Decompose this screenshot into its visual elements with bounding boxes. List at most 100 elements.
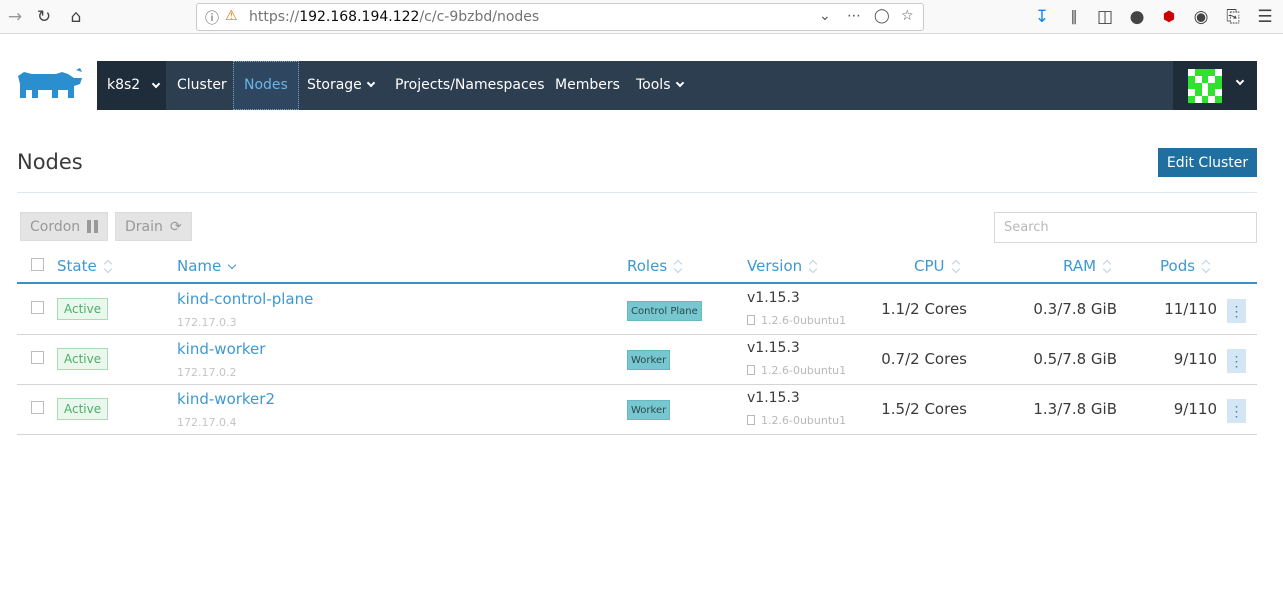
drain-label: Drain bbox=[125, 218, 163, 235]
row-actions-kebab-icon[interactable]: ⋮ bbox=[1227, 399, 1246, 423]
chevron-down-icon[interactable]: ⌄ bbox=[819, 8, 831, 24]
node-name-link[interactable]: kind-worker2 bbox=[177, 390, 275, 408]
drain-button[interactable]: Drain ⟳ bbox=[115, 212, 192, 241]
row-checkbox[interactable] bbox=[31, 301, 44, 314]
library-icon[interactable]: ‖ bbox=[1063, 6, 1085, 28]
pods-value: 11/110 bbox=[1164, 300, 1217, 318]
chevron-down-icon bbox=[366, 78, 376, 88]
extension-puzzle-icon[interactable]: ⎘ bbox=[1222, 6, 1244, 28]
docker-version-text: 1.2.6-0ubuntu1 bbox=[761, 314, 847, 327]
download-icon[interactable]: ↧ bbox=[1031, 6, 1053, 28]
chevron-down-icon bbox=[675, 78, 684, 88]
page-actions-icon[interactable]: ⋯ bbox=[847, 8, 861, 24]
column-roles-label: Roles bbox=[627, 257, 668, 275]
status-badge: Active bbox=[57, 348, 109, 370]
ram-value: 0.5/7.8 GiB bbox=[1033, 350, 1117, 368]
column-roles[interactable]: Roles bbox=[627, 257, 683, 275]
cordon-button[interactable]: Cordon bbox=[20, 212, 109, 241]
column-pods[interactable]: Pods bbox=[1160, 257, 1211, 275]
status-badge: Active bbox=[57, 298, 109, 320]
container-icon bbox=[747, 315, 755, 325]
nav-projects-namespaces[interactable]: Projects/Namespaces bbox=[395, 61, 545, 110]
adblock-icon[interactable]: ⬢ bbox=[1158, 6, 1180, 28]
page-title: Nodes bbox=[17, 150, 83, 174]
nav-cluster[interactable]: Cluster bbox=[177, 61, 227, 110]
insecure-lock-icon[interactable]: ⚠ bbox=[225, 8, 238, 24]
cpu-value: 0.7/2 Cores bbox=[881, 350, 967, 368]
column-ram-label: RAM bbox=[1063, 257, 1097, 275]
column-version[interactable]: Version bbox=[747, 257, 818, 275]
sort-icon bbox=[103, 259, 113, 273]
rancher-logo-icon[interactable] bbox=[16, 68, 84, 102]
user-menu[interactable] bbox=[1173, 61, 1257, 110]
select-all-checkbox[interactable] bbox=[31, 258, 44, 271]
url-text[interactable]: https://192.168.194.122/c/c-9bzbd/nodes bbox=[249, 9, 539, 25]
pause-icon bbox=[87, 220, 99, 233]
kubelet-version: v1.15.3 bbox=[747, 290, 800, 306]
reload-icon[interactable]: ↻ bbox=[33, 6, 55, 28]
column-state[interactable]: State bbox=[57, 257, 113, 275]
column-name-label: Name bbox=[177, 257, 222, 275]
column-name[interactable]: Name bbox=[177, 257, 237, 275]
cpu-value: 1.1/2 Cores bbox=[881, 300, 967, 318]
container-icon bbox=[747, 365, 755, 375]
node-ip: 172.17.0.4 bbox=[177, 416, 237, 429]
nav-storage[interactable]: Storage bbox=[307, 61, 376, 110]
search-input[interactable] bbox=[994, 212, 1257, 243]
pods-value: 9/110 bbox=[1173, 400, 1217, 418]
table-row: Active kind-control-plane 172.17.0.3 Con… bbox=[17, 285, 1257, 335]
row-checkbox[interactable] bbox=[31, 401, 44, 414]
extension-icon[interactable]: ◉ bbox=[1190, 6, 1212, 28]
nav-tools[interactable]: Tools bbox=[636, 61, 684, 110]
address-bar[interactable]: ⓘ ⚠ https://192.168.194.122/c/c-9bzbd/no… bbox=[196, 3, 924, 31]
ram-value: 0.3/7.8 GiB bbox=[1033, 300, 1117, 318]
row-actions-kebab-icon[interactable]: ⋮ bbox=[1227, 349, 1246, 373]
chevron-down-icon bbox=[1235, 76, 1245, 86]
menu-icon[interactable]: ☰ bbox=[1254, 6, 1276, 28]
node-name-link[interactable]: kind-control-plane bbox=[177, 290, 313, 308]
cluster-name: k8s2 bbox=[107, 77, 141, 93]
column-cpu[interactable]: CPU bbox=[914, 257, 961, 275]
avatar[interactable] bbox=[1188, 69, 1222, 103]
docker-version: 1.2.6-0ubuntu1 bbox=[747, 314, 846, 327]
node-name-link[interactable]: kind-worker bbox=[177, 340, 265, 358]
role-badge: Worker bbox=[627, 350, 671, 370]
info-icon[interactable]: ⓘ bbox=[205, 8, 219, 28]
table-row: Active kind-worker2 172.17.0.4 Worker v1… bbox=[17, 385, 1257, 435]
home-icon[interactable]: ⌂ bbox=[65, 6, 87, 28]
cluster-picker[interactable]: k8s2 bbox=[97, 61, 166, 110]
cpu-value: 1.5/2 Cores bbox=[881, 400, 967, 418]
column-pods-label: Pods bbox=[1160, 257, 1196, 275]
docker-version-text: 1.2.6-0ubuntu1 bbox=[761, 414, 847, 427]
column-ram[interactable]: RAM bbox=[1063, 257, 1112, 275]
spinner-icon: ⟳ bbox=[169, 218, 182, 235]
browser-toolbar: → ↻ ⌂ ⓘ ⚠ https://192.168.194.122/c/c-9b… bbox=[0, 0, 1283, 34]
role-badge: Control Plane bbox=[627, 301, 702, 321]
kubelet-version: v1.15.3 bbox=[747, 340, 800, 356]
bookmark-star-icon[interactable]: ☆ bbox=[901, 8, 914, 24]
back-arrow-icon[interactable]: → bbox=[4, 6, 26, 28]
pocket-icon[interactable]: ◯ bbox=[874, 8, 890, 24]
divider bbox=[17, 192, 1257, 193]
node-ip: 172.17.0.3 bbox=[177, 316, 237, 329]
edit-cluster-button[interactable]: Edit Cluster bbox=[1158, 148, 1257, 177]
kubelet-version: v1.15.3 bbox=[747, 390, 800, 406]
table-header-line bbox=[17, 282, 1257, 284]
account-icon[interactable]: ● bbox=[1126, 6, 1148, 28]
role-badge: Worker bbox=[627, 400, 671, 420]
sort-desc-icon bbox=[227, 259, 237, 273]
row-checkbox[interactable] bbox=[31, 351, 44, 364]
sort-icon bbox=[673, 259, 683, 273]
nav-storage-label: Storage bbox=[307, 77, 362, 93]
docker-version: 1.2.6-0ubuntu1 bbox=[747, 414, 846, 427]
chevron-down-icon bbox=[151, 79, 161, 89]
main-nav: k8s2 Cluster Nodes Storage Projects/Name… bbox=[97, 61, 1257, 110]
column-state-label: State bbox=[57, 257, 97, 275]
pods-value: 9/110 bbox=[1173, 350, 1217, 368]
row-actions-kebab-icon[interactable]: ⋮ bbox=[1227, 299, 1246, 323]
column-cpu-label: CPU bbox=[914, 257, 945, 275]
sidebar-icon[interactable]: ◫ bbox=[1094, 6, 1116, 28]
status-badge: Active bbox=[57, 398, 109, 420]
nav-members[interactable]: Members bbox=[555, 61, 620, 110]
nav-nodes[interactable]: Nodes bbox=[233, 61, 299, 110]
